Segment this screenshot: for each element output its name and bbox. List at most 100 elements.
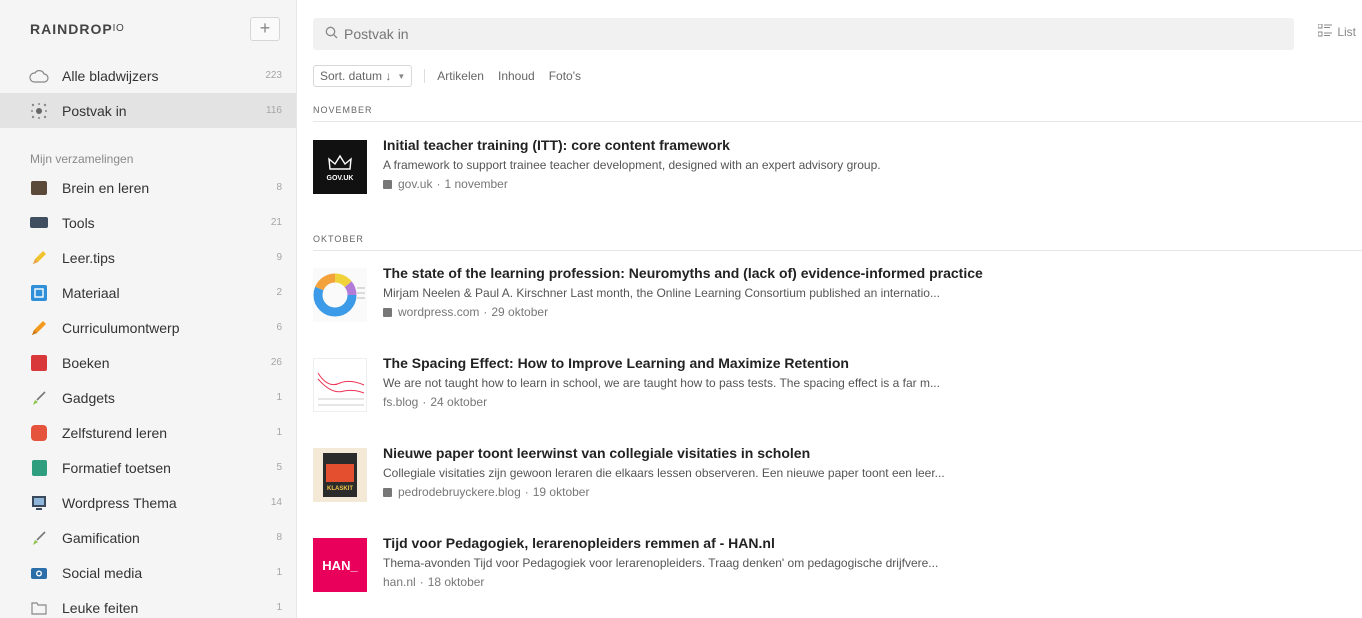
folder-icon [28,599,50,617]
sidebar-item-gamification[interactable]: Gamification 8 [0,520,296,555]
sidebar-item-tools[interactable]: Tools 21 [0,205,296,240]
search-icon [325,26,338,42]
add-collection-button[interactable]: + [250,17,280,41]
book-icon [28,354,50,372]
sidebar: RAINDROPIO + Alle bladwijzers 223 Postva… [0,0,297,618]
bookmark-title[interactable]: Tijd voor Pedagogiek, lerarenopleiders r… [383,534,938,552]
bookmark-item[interactable]: GOV.UK Initial teacher training (ITT): c… [313,136,1362,206]
sidebar-item-count: 5 [276,462,282,473]
pencil-icon [28,249,50,267]
favicon-icon [383,179,392,189]
sidebar-item-count: 26 [270,357,282,368]
filter-articles[interactable]: Artikelen [437,69,484,83]
sidebar-item-label: Zelfsturend leren [62,424,168,441]
bookmark-item[interactable]: HAN_ Tijd voor Pedagogiek, lerarenopleid… [313,534,1362,604]
list-view-icon [1317,23,1333,40]
search-bar[interactable] [313,18,1294,50]
sidebar-item-boeken[interactable]: Boeken 26 [0,345,296,380]
sidebar-item-curriculumontwerp[interactable]: Curriculumontwerp 6 [0,310,296,345]
sidebar-item-brein-en-leren[interactable]: Brein en leren 8 [0,170,296,205]
book-cover-icon: KLASKIT [323,453,357,497]
bookmark-item[interactable]: KLASKIT Nieuwe paper toont leerwinst van… [313,444,1362,514]
bookmark-excerpt: Mirjam Neelen & Paul A. Kirschner Last m… [383,286,940,300]
sidebar-item-count: 2 [276,287,282,298]
bookmark-body: Tijd voor Pedagogiek, lerarenopleiders r… [383,534,938,604]
bookmark-thumbnail: GOV.UK [313,140,367,194]
sidebar-item-count: 6 [276,322,282,333]
sidebar-item-formatief-toetsen[interactable]: Formatief toetsen 5 [0,450,296,485]
thumbnail-text: GOV.UK [326,174,354,182]
bookmark-domain: han.nl [383,575,416,589]
sidebar-item-label: Leer.tips [62,249,115,266]
bookmark-date: 24 oktober [430,395,488,409]
sidebar-item-label: Curriculumontwerp [62,319,180,336]
brush-icon [28,389,50,407]
bookmark-item[interactable]: The state of the learning profession: Ne… [313,264,1362,334]
bookmark-title[interactable]: Initial teacher training (ITT): core con… [383,136,881,154]
bookmark-excerpt: Thema-avonden Tijd voor Pedagogiek voor … [383,556,939,570]
sidebar-item-count: 21 [270,217,282,228]
sidebar-item-label: Wordpress Thema [62,494,177,511]
document-icon [28,284,50,302]
sidebar-item-social-media[interactable]: Social media 1 [0,555,296,590]
bookmark-item[interactable]: The Spacing Effect: How to Improve Learn… [313,354,1362,424]
bookmark-thumbnail: KLASKIT [313,448,367,502]
filter-content[interactable]: Inhoud [498,69,535,83]
collections-section-title: Mijn verzamelingen [30,152,134,166]
cloud-icon [28,67,50,85]
sidebar-item-leer-tips[interactable]: Leer.tips 9 [0,240,296,275]
crown-icon [328,154,352,170]
bookmark-date: 1 november [444,177,508,191]
bookmark-title[interactable]: The Spacing Effect: How to Improve Learn… [383,354,940,372]
bookmark-date: 29 oktober [491,305,549,319]
toolbar: Sort. datum ↓ ▼ Artikelen Inhoud Foto's [313,64,595,88]
view-toggle-button[interactable]: List [1317,23,1356,40]
meta-separator: · [524,485,529,499]
bookmark-title[interactable]: The state of the learning profession: Ne… [383,264,983,282]
sidebar-item-all-bookmarks[interactable]: Alle bladwijzers 223 [0,58,296,93]
group-header-november: NOVEMBER [313,105,1362,122]
bookmark-excerpt: We are not taught how to learn in school… [383,376,940,390]
bookmark-domain: gov.uk [398,177,433,191]
bookmark-date: 18 oktober [427,575,485,589]
bookmark-title[interactable]: Nieuwe paper toont leerwinst van collegi… [383,444,945,462]
graph-icon [317,372,365,406]
sidebar-item-gadgets[interactable]: Gadgets 1 [0,380,296,415]
sidebar-item-count: 1 [276,427,282,438]
sidebar-item-count: 8 [276,532,282,543]
bookmark-domain: fs.blog [383,395,419,409]
sidebar-item-count: 9 [276,252,282,263]
meta-separator: · [483,305,488,319]
inbox-icon [28,102,50,120]
app-logo[interactable]: RAINDROPIO [30,21,250,37]
sidebar-item-materiaal[interactable]: Materiaal 2 [0,275,296,310]
bookmark-body: The Spacing Effect: How to Improve Learn… [383,354,940,424]
bookmark-excerpt: Collegiale visitaties zijn gewoon lerare… [383,466,945,480]
sidebar-item-count: 1 [276,392,282,403]
bookmark-meta: han.nl · 18 oktober [383,574,938,590]
bookmark-date: 19 oktober [532,485,590,499]
pen-icon [28,319,50,337]
search-input[interactable] [344,26,1244,42]
thumbnail-text: KLASKIT [327,486,353,492]
sidebar-item-label: Alle bladwijzers [62,67,159,84]
brand-row: RAINDROPIO + [0,0,296,58]
scroll-icon [28,459,50,477]
bookmark-thumbnail [313,268,367,322]
brain-icon [28,179,50,197]
filter-photos[interactable]: Foto's [549,69,581,83]
chevron-down-icon: ▼ [397,71,406,81]
group-icon [28,424,50,442]
sidebar-item-label: Boeken [62,354,110,371]
sidebar-item-label: Brein en leren [62,179,150,196]
sidebar-item-zelfsturend-leren[interactable]: Zelfsturend leren 1 [0,415,296,450]
bookmark-meta: gov.uk · 1 november [383,176,881,192]
camera-icon [28,564,50,582]
sidebar-item-inbox[interactable]: Postvak in 116 [0,93,296,128]
sidebar-item-wordpress-thema[interactable]: Wordpress Thema 14 [0,485,296,520]
bookmark-thumbnail [313,358,367,412]
bookmark-thumbnail: HAN_ [313,538,367,592]
toolbar-divider [424,69,426,83]
sort-dropdown[interactable]: Sort. datum ↓ ▼ [313,65,413,87]
sidebar-item-leuke-feiten[interactable]: Leuke feiten 1 [0,590,296,618]
